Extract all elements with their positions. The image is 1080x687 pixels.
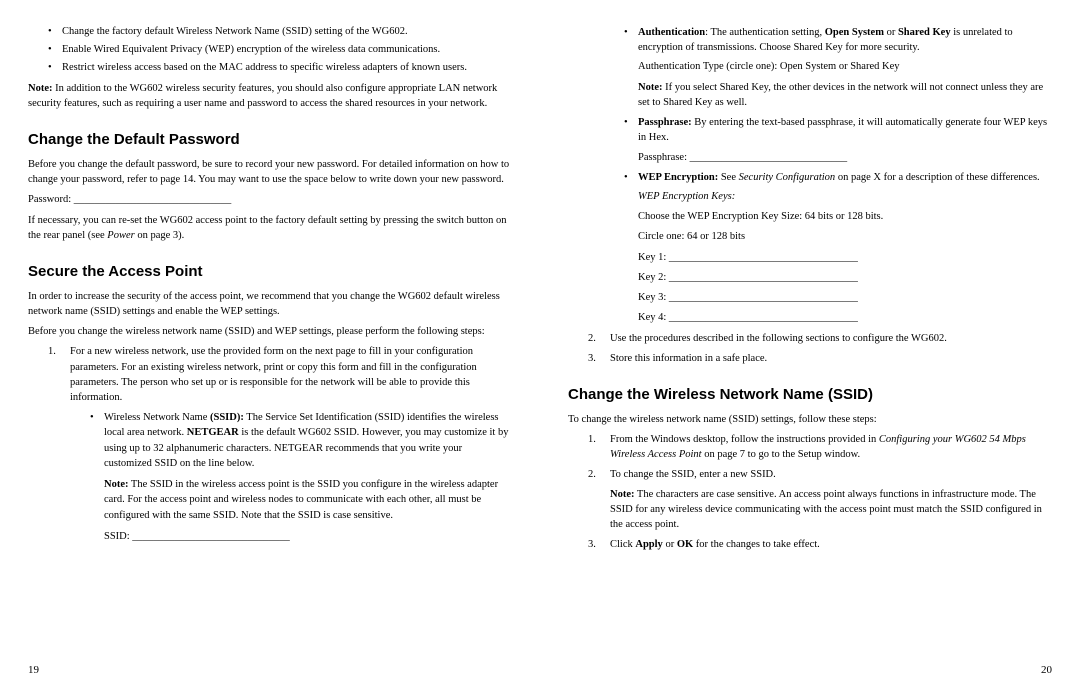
body-text: Circle one: 64 or 128 bits [638, 229, 1052, 244]
passphrase-fill-line: Passphrase: ____________________________… [638, 150, 1052, 165]
step-item: 1.From the Windows desktop, follow the i… [588, 432, 1052, 462]
step-item: 3.Store this information in a safe place… [588, 351, 1052, 366]
sub-bullet: Passphrase: By entering the text-based p… [624, 115, 1052, 165]
body-text: Choose the WEP Encryption Key Size: 64 b… [638, 209, 1052, 224]
right-sub-bullets: Authentication: The authentication setti… [624, 25, 1052, 326]
body-text: Before you change the default password, … [28, 157, 512, 187]
sub-bullet: Wireless Network Name (SSID): The Servic… [90, 410, 512, 544]
step-item: 2.Use the procedures described in the fo… [588, 331, 1052, 346]
body-text: Authentication Type (circle one): Open S… [638, 59, 1052, 74]
note-paragraph: Note: If you select Shared Key, the othe… [638, 80, 1052, 110]
heading-secure-access-point: Secure the Access Point [28, 261, 512, 283]
sub-bullet: Authentication: The authentication setti… [624, 25, 1052, 110]
page-left: Change the factory default Wireless Netw… [0, 20, 540, 679]
steps-list: 1. For a new wireless network, use the p… [48, 344, 512, 544]
key4-fill-line: Key 4: _________________________________… [638, 310, 1052, 325]
key1-fill-line: Key 1: _________________________________… [638, 250, 1052, 265]
bullet-item: Restrict wireless access based on the MA… [48, 60, 512, 75]
heading-change-password: Change the Default Password [28, 129, 512, 151]
bullet-item: Enable Wired Equivalent Privacy (WEP) en… [48, 42, 512, 57]
wep-keys-label: WEP Encryption Keys: [638, 189, 1052, 204]
step-item: 3.Click Apply or OK for the changes to t… [588, 537, 1052, 552]
body-text: If necessary, you can re-set the WG602 a… [28, 213, 512, 243]
page-right: Authentication: The authentication setti… [540, 20, 1080, 679]
note-paragraph: Note: In addition to the WG602 wireless … [28, 81, 512, 111]
heading-change-ssid: Change the Wireless Network Name (SSID) [568, 384, 1052, 406]
body-text: In order to increase the security of the… [28, 289, 512, 319]
page-number: 19 [28, 663, 39, 679]
body-text: To change the wireless network name (SSI… [568, 412, 1052, 427]
step-item: 2.To change the SSID, enter a new SSID. … [588, 467, 1052, 532]
bullet-item: Change the factory default Wireless Netw… [48, 24, 512, 39]
ssid-steps: 1.From the Windows desktop, follow the i… [588, 432, 1052, 553]
body-text: Before you change the wireless network n… [28, 324, 512, 339]
intro-bullets: Change the factory default Wireless Netw… [48, 24, 512, 76]
password-fill-line: Password: ______________________________ [28, 192, 512, 207]
steps-list-right: 2.Use the procedures described in the fo… [588, 331, 1052, 366]
sub-bullet: WEP Encryption: See Security Configurati… [624, 170, 1052, 326]
step-item: 1. For a new wireless network, use the p… [48, 344, 512, 544]
key3-fill-line: Key 3: _________________________________… [638, 290, 1052, 305]
ssid-fill-line: SSID: ______________________________ [104, 529, 512, 544]
key2-fill-line: Key 2: _________________________________… [638, 270, 1052, 285]
note-paragraph: Note: The SSID in the wireless access po… [104, 477, 512, 523]
note-paragraph: Note: The characters are case sensitive.… [610, 487, 1052, 533]
page-number: 20 [1041, 663, 1052, 679]
